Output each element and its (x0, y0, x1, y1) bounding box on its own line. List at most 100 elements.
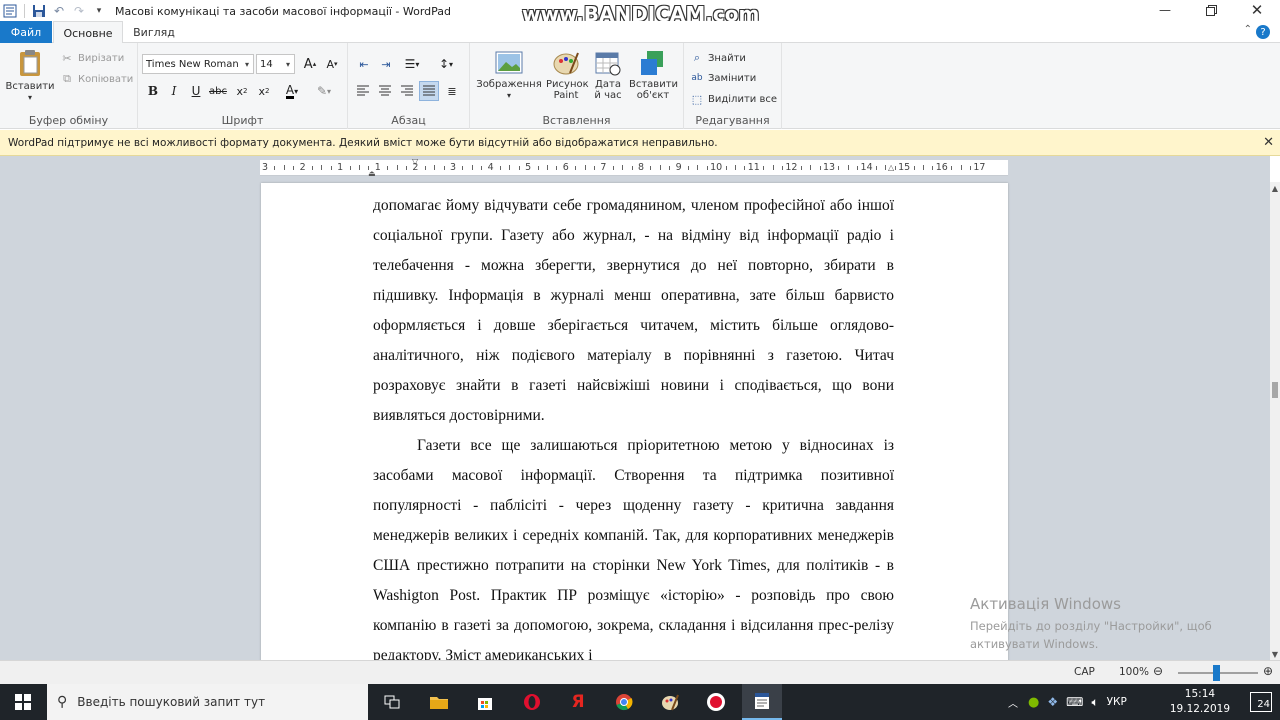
paragraph-settings-button[interactable]: ≣ (442, 81, 462, 101)
bullets-button[interactable]: ☰ ▾ (398, 54, 426, 74)
paste-dropdown-icon[interactable]: ▾ (28, 92, 32, 103)
tray-app-icon[interactable]: ● (1028, 695, 1039, 710)
paint-drawing-button[interactable]: Рисунок Paint (544, 49, 589, 101)
tab-home[interactable]: Основне (53, 21, 123, 44)
task-view-icon[interactable] (380, 690, 404, 714)
minimize-button[interactable]: — (1142, 0, 1188, 20)
scroll-down-icon[interactable]: ▼ (1270, 648, 1280, 660)
paint-app-icon[interactable] (658, 690, 682, 714)
paragraph-group: ⇤ ⇥ ☰ ▾ ↕ ▾ ≣ Абзац (348, 43, 470, 129)
document-area[interactable]: 3 2 1 1 2 3 4 5 6 7 8 9 10 11 12 13 14 15 16 17 ⏏ ▽ △ допом… (0, 156, 1270, 660)
paste-button[interactable]: Вставити ▾ (5, 47, 55, 103)
superscript-button[interactable]: x2 (254, 81, 274, 101)
start-button[interactable] (0, 684, 46, 720)
align-center-icon (379, 85, 391, 96)
zoom-in-icon[interactable]: ⊕ (1263, 664, 1273, 678)
dropbox-icon[interactable]: ❖ (1047, 695, 1058, 709)
zoom-out-icon[interactable]: ⊖ (1153, 664, 1163, 678)
underline-button[interactable]: U (186, 81, 206, 101)
ruler-tick (443, 166, 445, 170)
tab-view[interactable]: Вигляд (126, 21, 182, 43)
insert-picture-button[interactable]: Зображення ▾ (474, 49, 544, 101)
font-family-select[interactable]: Times New Roman ▾ (142, 54, 254, 74)
subscript-button[interactable]: x2 (232, 81, 252, 101)
align-left-button[interactable] (353, 81, 373, 101)
ruler-tick (913, 166, 915, 170)
zoom-slider-thumb[interactable] (1213, 665, 1220, 681)
first-line-indent-marker[interactable]: ▽ (412, 157, 418, 166)
shrink-font-button[interactable]: A ▾ (322, 54, 342, 74)
bold-button[interactable]: B (143, 81, 163, 101)
font-size-select[interactable]: 14 ▾ (256, 54, 295, 74)
document-paragraph[interactable]: Газети все ще залишаються пріоритетною м… (373, 431, 894, 660)
ruler-tick (744, 166, 746, 170)
volume-icon[interactable]: 🔈︎ (1091, 695, 1098, 710)
collapse-ribbon-icon[interactable]: ⌃ (1244, 24, 1252, 35)
find-button[interactable]: ⌕ Знайти (690, 51, 746, 65)
ruler-tick (584, 165, 586, 170)
increase-indent-button[interactable]: ⇥ (376, 54, 396, 74)
close-button[interactable]: ✕ (1234, 0, 1280, 20)
ruler-tick (406, 166, 407, 170)
ruler-label: 7 (600, 162, 607, 173)
bandicam-record-icon[interactable] (704, 690, 728, 714)
paint-palette-icon (553, 52, 579, 75)
ruler-tick (819, 166, 821, 170)
vertical-scrollbar[interactable]: ▲ ▼ (1270, 182, 1280, 660)
document-page[interactable]: допомагає йому відчувати себе громадянин… (261, 183, 1008, 660)
chrome-icon[interactable] (612, 690, 636, 714)
show-hidden-icons-icon[interactable]: ︿ (1008, 695, 1018, 710)
document-paragraph[interactable]: допомагає йому відчувати себе громадянин… (373, 191, 894, 431)
align-right-icon (401, 85, 413, 96)
highlight-color-button[interactable]: ✎ ▾ (310, 81, 338, 101)
align-right-button[interactable] (397, 81, 417, 101)
ruler-tick (894, 166, 896, 170)
ruler-tick (359, 165, 360, 170)
store-icon[interactable] (473, 690, 497, 714)
ruler-label: 3 (261, 162, 269, 173)
ruler-label: 9 (675, 162, 682, 173)
insert-object-button[interactable]: Вставити об'єкт (628, 49, 678, 101)
justify-button[interactable] (419, 81, 439, 101)
redo-icon[interactable]: ↷ (71, 3, 87, 19)
document-text[interactable]: допомагає йому відчувати себе громадянин… (373, 191, 894, 660)
wordpad-app-icon[interactable] (2, 3, 18, 19)
grow-font-button[interactable]: A ▴ (300, 54, 320, 74)
yandex-browser-icon[interactable]: Я (566, 690, 590, 714)
help-icon[interactable]: ? (1256, 25, 1270, 39)
datetime-button[interactable]: Дата й час (590, 49, 626, 101)
close-icon[interactable]: ✕ (1263, 135, 1274, 150)
horizontal-ruler[interactable]: 3 2 1 1 2 3 4 5 6 7 8 9 10 11 12 13 14 15 16 17 ⏏ ▽ △ (260, 157, 1008, 178)
file-explorer-icon[interactable] (427, 690, 451, 714)
opera-icon[interactable] (520, 690, 544, 714)
customize-qat-icon[interactable]: ▾ (91, 3, 107, 19)
cut-button[interactable]: ✂ Вирізати (60, 51, 124, 65)
taskbar-search-box[interactable]: ⚲ Введіть пошуковий запит тут (47, 684, 368, 720)
save-icon[interactable] (31, 3, 47, 19)
italic-button[interactable]: I (164, 81, 184, 101)
maximize-button[interactable] (1188, 0, 1234, 20)
scroll-up-icon[interactable]: ▲ (1270, 182, 1280, 194)
line-spacing-button[interactable]: ↕ ▾ (432, 54, 460, 74)
text-color-button[interactable]: A ▾ (278, 81, 306, 101)
select-all-button[interactable]: ⬚ Виділити все (690, 92, 777, 106)
ruler-tick (321, 165, 323, 170)
taskbar-clock[interactable]: 15:14 19.12.2019 (1170, 687, 1230, 717)
align-center-button[interactable] (375, 81, 395, 101)
left-indent-marker[interactable]: ⏏ (368, 169, 376, 178)
wordpad-taskbar-icon[interactable] (742, 684, 782, 720)
scroll-thumb[interactable] (1272, 382, 1278, 398)
decrease-indent-button[interactable]: ⇤ (354, 54, 374, 74)
replace-button[interactable]: ab Замінити (690, 71, 756, 85)
keyboard-language[interactable]: УКР (1107, 696, 1127, 708)
clipboard-group-label: Буфер обміну (28, 114, 109, 127)
copy-button[interactable]: ⧉ Копіювати (60, 72, 133, 86)
tab-file[interactable]: Файл (0, 21, 52, 43)
undo-icon[interactable]: ↶ (51, 3, 67, 19)
paste-icon (20, 50, 40, 76)
network-icon[interactable]: ⌨ (1066, 695, 1083, 709)
paragraph-group-label: Абзац (391, 114, 426, 127)
notification-center-icon[interactable]: 24 (1250, 692, 1272, 712)
right-indent-marker[interactable]: △ (888, 163, 894, 172)
strikethrough-button[interactable]: abc (208, 81, 228, 101)
